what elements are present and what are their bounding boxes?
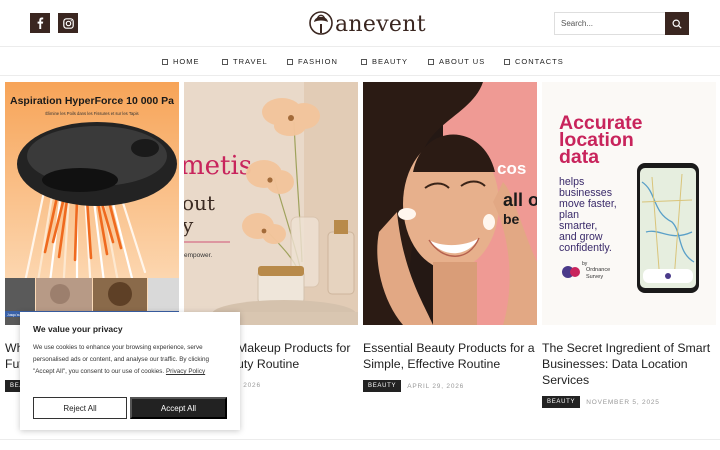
image-text: all o	[503, 190, 537, 210]
cookie-title: We value your privacy	[33, 324, 123, 334]
nav-bullet-icon	[222, 58, 228, 65]
flowers-illustration: metis out y empower.	[184, 82, 358, 325]
image-brand: Survey	[586, 274, 603, 280]
nav-fashion[interactable]: FASHION	[287, 57, 338, 66]
image-subline: Élimine les Poils dans les Fissures et s…	[45, 111, 138, 116]
post-title-text: Essential Beauty Products for a Simple, …	[363, 341, 535, 371]
nav-label: HOME	[173, 57, 200, 66]
facebook-icon	[37, 17, 44, 29]
nav-bullet-icon	[361, 58, 367, 65]
nav-beauty[interactable]: BEAUTY	[361, 57, 408, 66]
nav-bullet-icon	[287, 58, 293, 65]
face-illustration: cos all o be	[363, 82, 537, 325]
post-title-text: Makeup Products for uty Routine	[237, 341, 351, 371]
cookie-consent-dialog: We value your privacy We use cookies to …	[20, 312, 240, 430]
main-navigation: HOME TRAVEL FASHION BEAUTY ABOUT US CONT…	[0, 48, 720, 76]
instagram-link[interactable]	[58, 13, 78, 33]
image-brand: Ordnance	[586, 267, 610, 273]
post-title[interactable]: Makeup Products for uty Routine	[237, 340, 357, 372]
image-text: cos	[497, 159, 526, 178]
post-image-beauty[interactable]: cos all o be	[363, 82, 537, 325]
image-headline: data	[559, 146, 599, 168]
divider	[0, 439, 720, 440]
post-title-text: The Secret Ingredient of Smart Businesse…	[542, 341, 711, 387]
post-title[interactable]: Essential Beauty Products for a Simple, …	[363, 340, 539, 372]
image-line: y	[184, 213, 194, 237]
image-text: be	[503, 211, 520, 227]
nav-label: TRAVEL	[233, 57, 268, 66]
nav-label: BEAUTY	[372, 57, 409, 66]
post-date: NOVEMBER 5, 2025	[586, 398, 660, 406]
search-input[interactable]: Search...	[554, 12, 666, 35]
site-logo[interactable]: anevent	[309, 8, 426, 40]
nav-bullet-icon	[504, 58, 510, 65]
image-body: confidently.	[559, 242, 612, 254]
nav-label: FASHION	[298, 57, 338, 66]
nav-bullet-icon	[162, 58, 168, 65]
logo-text: anevent	[335, 11, 426, 37]
reject-all-button[interactable]: Reject All	[33, 397, 127, 419]
image-brand-text: metis	[184, 151, 252, 181]
search-button[interactable]	[665, 12, 689, 35]
tree-logo-icon	[309, 11, 333, 35]
accept-all-button[interactable]: Accept All	[130, 397, 227, 419]
nav-label: ABOUT US	[439, 57, 486, 66]
post-meta: BEAUTY NOVEMBER 5, 2025	[542, 396, 660, 408]
post-image-makeup[interactable]: metis out y empower.	[184, 82, 358, 325]
nav-about-us[interactable]: ABOUT US	[428, 57, 485, 66]
image-headline: Aspiration HyperForce 10 000 Pa	[10, 95, 174, 107]
post-image-location[interactable]: Accurate location data helps businesses …	[542, 82, 716, 325]
nav-bullet-icon	[428, 58, 434, 65]
cookie-text: We use cookies to enhance your browsing …	[33, 342, 229, 379]
category-badge[interactable]: BEAUTY	[363, 380, 402, 392]
location-ad-illustration: Accurate location data helps businesses …	[542, 82, 716, 325]
site-header: anevent Search...	[0, 0, 720, 47]
post-meta: BEAUTY APRIL 29, 2026	[363, 380, 464, 392]
instagram-icon	[62, 17, 74, 29]
nav-label: CONTACTS	[515, 57, 564, 66]
vacuum-illustration: Aspiration HyperForce 10 000 Pa Élimine …	[5, 82, 179, 325]
image-line: out	[184, 191, 215, 215]
post-image-vacuum[interactable]: Aspiration HyperForce 10 000 Pa Élimine …	[5, 82, 179, 325]
post-date: APRIL 29, 2026	[407, 382, 465, 390]
post-date: , 2026	[238, 382, 261, 389]
image-tag: empower.	[184, 252, 212, 259]
search-icon	[672, 18, 682, 29]
nav-contacts[interactable]: CONTACTS	[504, 57, 564, 66]
category-badge[interactable]: BEAUTY	[542, 396, 581, 408]
facebook-link[interactable]	[30, 13, 50, 33]
nav-travel[interactable]: TRAVEL	[222, 57, 268, 66]
post-title[interactable]: The Secret Ingredient of Smart Businesse…	[542, 340, 718, 388]
privacy-policy-link[interactable]: Privacy Policy	[166, 368, 205, 375]
nav-home[interactable]: HOME	[162, 57, 200, 66]
